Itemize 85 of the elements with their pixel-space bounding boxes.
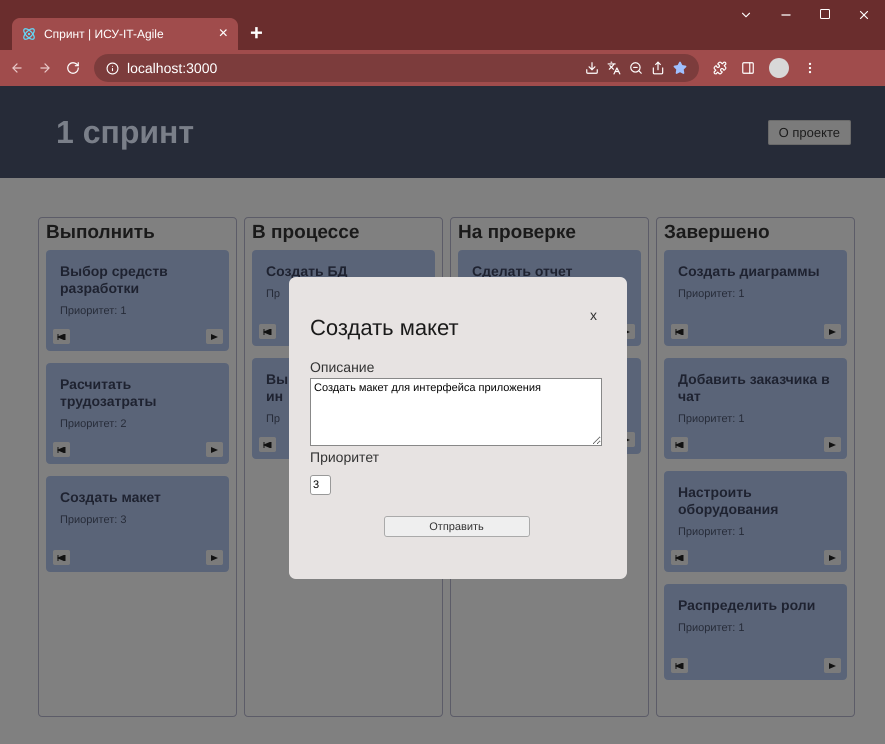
task-title: Вы ин (266, 371, 288, 405)
arrow-left-icon (57, 446, 66, 452)
arrow-left-icon (57, 334, 66, 340)
download-icon[interactable] (585, 61, 599, 75)
arrow-right-icon (828, 442, 837, 448)
submit-button[interactable]: Отправить (384, 516, 530, 537)
task-priority: Приоритет: 1 (678, 413, 744, 425)
arrow-left-icon (675, 442, 684, 448)
address-field[interactable]: localhost:3000 (94, 54, 699, 82)
task-title: Выбор средств разработки (60, 263, 169, 297)
profile-avatar[interactable] (769, 58, 789, 78)
task-title: Расчитать трудозатраты (60, 376, 158, 410)
task-title: Распределить роли (678, 597, 816, 614)
arrow-right-icon (828, 328, 837, 334)
task-title: Создать БД (266, 263, 348, 280)
forward-icon[interactable] (38, 61, 52, 75)
task-priority: Приоритет: 3 (60, 514, 126, 526)
arrow-left-icon (675, 662, 684, 668)
arrow-left-icon (263, 328, 272, 334)
task-priority: Приоритет: 1 (678, 622, 744, 634)
close-icon[interactable] (857, 8, 871, 22)
task-priority: Приоритет: 1 (60, 305, 126, 317)
move-left-button[interactable] (671, 550, 688, 565)
task-title: Добавить заказчика в чат (678, 371, 831, 405)
column-title: Завершено (664, 222, 771, 244)
task-title: Настроить оборудования (678, 484, 780, 518)
tab-close-button[interactable]: × (218, 25, 228, 43)
reload-icon[interactable] (66, 61, 80, 75)
priority-field[interactable]: 3 (310, 475, 331, 495)
arrow-left-icon (675, 328, 684, 334)
move-right-button[interactable] (824, 437, 841, 452)
move-left-button[interactable] (671, 324, 688, 339)
atom-icon (22, 27, 36, 41)
info-icon (106, 62, 119, 74)
puzzle-icon[interactable] (713, 61, 727, 75)
task-priority: Приоритет: 1 (678, 288, 744, 300)
task-title: Создать макет (60, 489, 161, 506)
task-title: Создать диаграммы (678, 263, 820, 280)
move-right-button[interactable] (206, 550, 223, 565)
task-title: Сделать отчет (472, 263, 572, 280)
new-tab-button[interactable]: + (250, 20, 263, 46)
move-right-button[interactable] (824, 324, 841, 339)
move-right-button[interactable] (824, 550, 841, 565)
move-left-button[interactable] (671, 658, 688, 673)
sprint-title: 1 спринт (56, 114, 194, 150)
column-title: Выполнить (46, 222, 156, 244)
back-icon[interactable] (10, 61, 24, 75)
modal-close-button[interactable]: x (590, 307, 603, 323)
task-priority: Приоритет: 2 (60, 418, 126, 430)
zoom-out-icon[interactable] (629, 61, 643, 75)
about-button[interactable]: О проекте (768, 120, 851, 144)
arrow-left-icon (263, 442, 272, 448)
description-label: Описание (310, 359, 376, 375)
task-priority: Приоритет: 1 (678, 526, 744, 538)
modal-title: Создать макет (310, 315, 459, 341)
move-right-button[interactable] (824, 658, 841, 673)
browser-tab[interactable]: Спринт | ИСУ-IT-Agile × (12, 18, 238, 50)
task-priority: Пр (266, 413, 280, 425)
arrow-right-icon (828, 554, 837, 560)
side-panel-icon[interactable] (741, 61, 755, 75)
move-left-button[interactable] (53, 442, 70, 457)
description-field[interactable]: Создать макет для интерфейса приложения (310, 378, 602, 446)
move-left-button[interactable] (259, 324, 276, 339)
arrow-right-icon (210, 446, 219, 452)
column-title: На проверке (458, 222, 577, 244)
move-right-button[interactable] (206, 329, 223, 344)
share-icon[interactable] (651, 61, 665, 75)
star-icon[interactable] (673, 61, 687, 75)
move-left-button[interactable] (53, 550, 70, 565)
arrow-right-icon (828, 662, 837, 668)
maximize-icon[interactable] (819, 8, 831, 20)
translate-icon[interactable] (607, 61, 621, 75)
column-title: В процессе (252, 222, 360, 244)
arrow-right-icon (210, 334, 219, 340)
task-priority: Пр (266, 288, 280, 300)
priority-label: Приоритет (310, 449, 380, 465)
arrow-left-icon (675, 554, 684, 560)
move-left-button[interactable] (259, 437, 276, 452)
move-left-button[interactable] (53, 329, 70, 344)
move-right-button[interactable] (206, 442, 223, 457)
arrow-left-icon (57, 554, 66, 560)
tab-title: Спринт | ИСУ-IT-Agile (44, 27, 165, 41)
arrow-right-icon (210, 554, 219, 560)
url-text: localhost:3000 (127, 60, 218, 76)
move-left-button[interactable] (671, 437, 688, 452)
